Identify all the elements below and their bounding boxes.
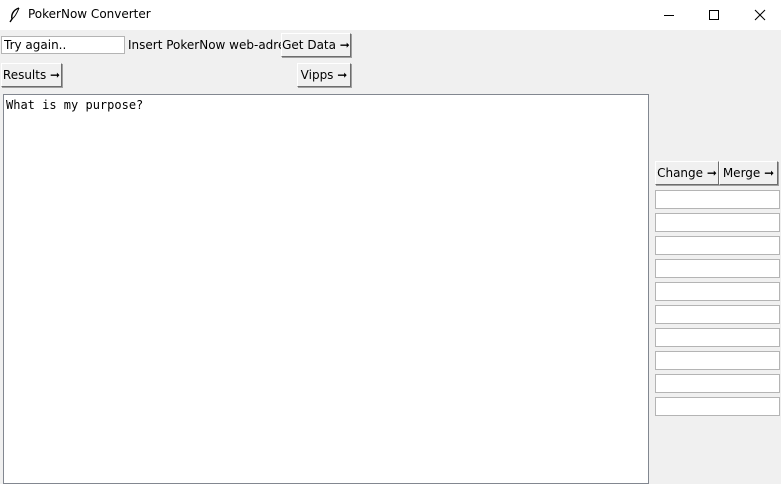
side-entry-2[interactable] [655, 213, 780, 232]
window-client-area: Insert PokerNow web-adress Get Data ➞ Re… [0, 30, 781, 484]
minimize-icon [664, 15, 674, 16]
side-entry-8[interactable] [655, 351, 780, 370]
side-entry-3[interactable] [655, 236, 780, 255]
close-button[interactable] [737, 0, 781, 30]
change-button[interactable]: Change ➞ [655, 161, 719, 185]
side-entry-7[interactable] [655, 328, 780, 347]
minimize-button[interactable] [646, 0, 692, 30]
side-entry-6[interactable] [655, 305, 780, 324]
window-title: PokerNow Converter [28, 7, 151, 21]
merge-button[interactable]: Merge ➞ [719, 161, 778, 185]
get-data-button[interactable]: Get Data ➞ [281, 33, 351, 57]
close-icon [754, 9, 766, 21]
url-input[interactable] [1, 36, 125, 54]
side-entry-1[interactable] [655, 190, 780, 209]
results-button[interactable]: Results ➞ [1, 63, 62, 87]
output-textbox[interactable]: What is my purpose? [3, 94, 649, 484]
url-label: Insert PokerNow web-adress [128, 38, 298, 52]
side-entry-5[interactable] [655, 282, 780, 301]
title-bar[interactable]: PokerNow Converter [0, 0, 781, 30]
feather-icon [8, 7, 22, 23]
side-entry-10[interactable] [655, 397, 780, 416]
vipps-button[interactable]: Vipps ➞ [297, 63, 351, 87]
side-entry-9[interactable] [655, 374, 780, 393]
side-entry-4[interactable] [655, 259, 780, 278]
maximize-button[interactable] [691, 0, 737, 30]
maximize-icon [709, 10, 719, 20]
